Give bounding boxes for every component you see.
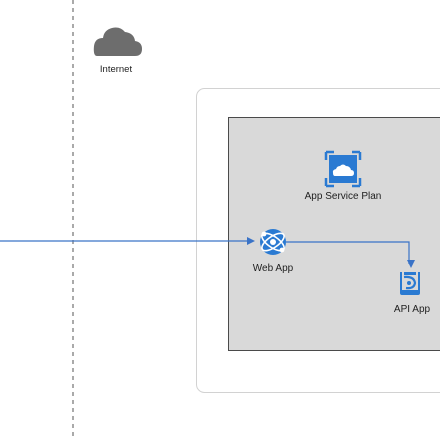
cloud-icon: [93, 27, 142, 56]
app-service-plan-label: App Service Plan: [304, 191, 382, 202]
internet-label: Internet: [99, 64, 133, 75]
api-app-node[interactable]: [396, 268, 428, 300]
web-app-node[interactable]: [256, 226, 290, 260]
api-app-label: API App: [393, 304, 431, 315]
web-app-label: Web App: [252, 263, 294, 274]
app-service-plan-icon-hit[interactable]: [325, 151, 361, 187]
